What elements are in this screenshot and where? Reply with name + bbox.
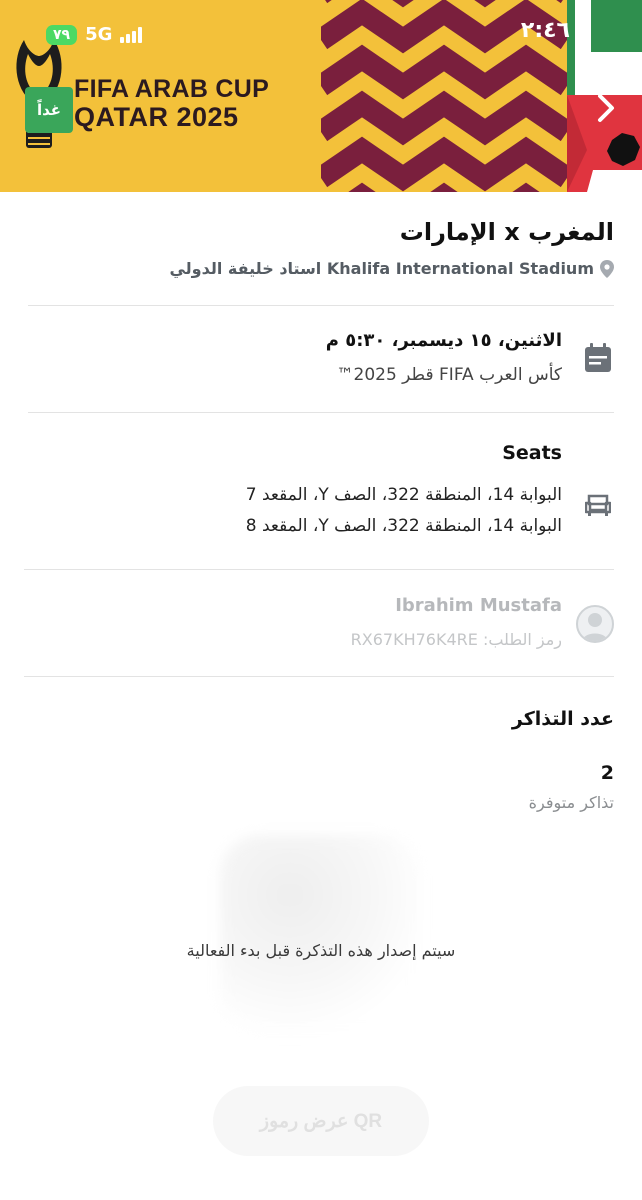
status-time: ٢:٤٦ [520,18,570,43]
avatar [576,605,614,643]
venue-name: استاد خليفة الدولي Khalifa International… [169,259,594,278]
venue-row: استاد خليفة الدولي Khalifa International… [169,259,614,278]
qr-code-placeholder [220,835,420,1035]
location-pin-icon [600,259,614,278]
match-title: المغرب x الإمارات [399,218,614,246]
show-qr-button[interactable]: عرض رموز QR [213,1086,429,1156]
seats-heading: Seats [502,442,562,464]
divider [24,676,614,677]
status-indicators: ٧٩ 5G [46,24,143,45]
divider [28,412,614,413]
competition-name: كأس العرب FIFA قطر 2025™ [336,365,563,385]
event-banner: ٧٩ 5G ٢:٤٦ FIFA ARAB CUP QATAR 2025 غداً [0,0,642,192]
event-datetime: الاثنين، ١٥ ديسمبر، ٥:٣٠ م [325,330,562,351]
network-label: 5G [85,24,113,45]
ticket-count: 2 [600,762,614,784]
tickets-available-label: تذاكر متوفرة [528,793,614,812]
seat-line: البوابة 14، المنطقة 322، الصف Y، المقعد … [245,485,562,505]
seat-icon [585,494,611,516]
calendar-icon [585,343,611,372]
event-logo-text: FIFA ARAB CUP QATAR 2025 [74,75,269,131]
user-icon [582,613,608,641]
chevron-right-icon[interactable] [596,92,616,124]
ticket-issue-note: سيتم إصدار هذه التذكرة قبل بدء الفعالية [186,941,456,960]
divider [28,305,614,306]
logo-line-1: FIFA ARAB CUP [74,75,270,103]
ticket-holder-name: Ibrahim Mustafa [395,595,562,616]
order-code: رمز الطلب: RX67KH76K4RE [350,630,562,649]
signal-icon [120,26,143,43]
logo-line-2: QATAR 2025 [74,102,239,132]
ticket-count-heading: عدد التذاكر [511,708,614,730]
battery-indicator: ٧٩ [46,24,78,45]
divider [24,569,614,570]
seat-line: البوابة 14، المنطقة 322، الصف Y، المقعد … [245,516,562,536]
tomorrow-badge: غداً [25,87,73,133]
